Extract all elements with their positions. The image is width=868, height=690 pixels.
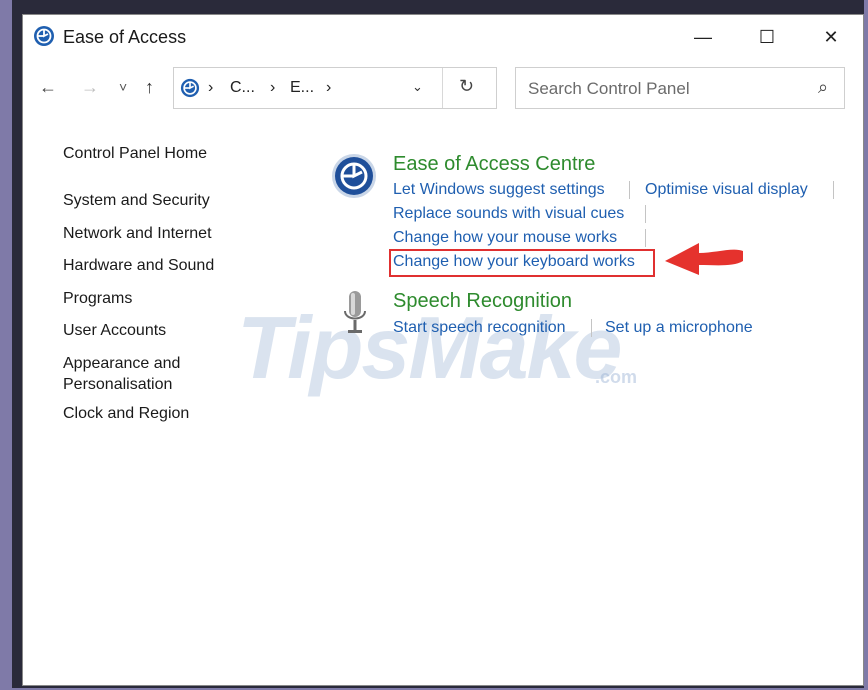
search-icon[interactable]: ⌕: [818, 77, 828, 98]
close-button[interactable]: ✕: [799, 15, 863, 59]
breadcrumb-separator: ›: [208, 79, 214, 96]
sidebar-item-network-and-internet[interactable]: Network and Internet: [63, 223, 212, 244]
sidebar-item-appearance-line2[interactable]: Personalisation: [63, 374, 172, 395]
breadcrumb-control-panel[interactable]: C...: [230, 79, 255, 97]
task-replace-sounds-with-visual-cues[interactable]: Replace sounds with visual cues: [393, 205, 624, 223]
address-bar[interactable]: › C... › E... › ⌄ ↻: [173, 67, 497, 109]
recent-locations-button[interactable]: ˅: [119, 79, 127, 95]
title-bar: Ease of Access — ☐ ✕: [23, 15, 863, 59]
sidebar-item-clock-and-region[interactable]: Clock and Region: [63, 403, 189, 424]
refresh-icon[interactable]: ↻: [459, 76, 474, 97]
ease-of-access-icon: [34, 26, 54, 46]
task-start-speech-recognition[interactable]: Start speech recognition: [393, 319, 566, 337]
category-title-ease-of-access-centre[interactable]: Ease of Access Centre: [393, 153, 595, 176]
up-button[interactable]: ↑: [145, 77, 154, 98]
breadcrumb-ease-of-access[interactable]: E...: [290, 79, 314, 97]
task-change-mouse[interactable]: Change how your mouse works: [393, 229, 617, 247]
link-divider: [645, 205, 646, 223]
breadcrumb-separator: ›: [270, 79, 276, 96]
ease-of-access-icon: [180, 78, 200, 98]
link-divider: [591, 319, 592, 337]
category-title-speech-recognition[interactable]: Speech Recognition: [393, 290, 572, 313]
sidebar-item-appearance-line1[interactable]: Appearance and: [63, 353, 180, 374]
task-let-windows-suggest-settings[interactable]: Let Windows suggest settings: [393, 181, 605, 199]
address-divider: [442, 68, 443, 108]
link-divider: [833, 181, 834, 199]
search-box[interactable]: Search Control Panel ⌕: [515, 67, 845, 109]
highlight-box: [389, 249, 655, 277]
control-panel-window: Ease of Access — ☐ ✕ ← → ˅ ↑ › C... › E.…: [22, 14, 864, 686]
link-divider: [645, 229, 646, 247]
link-divider: [629, 181, 630, 199]
sidebar-item-control-panel-home[interactable]: Control Panel Home: [63, 143, 207, 164]
minimize-button[interactable]: —: [671, 15, 735, 59]
ease-of-access-icon: [332, 154, 376, 198]
microphone-icon: [344, 291, 366, 333]
address-dropdown-icon[interactable]: ⌄: [412, 79, 423, 95]
sidebar-item-user-accounts[interactable]: User Accounts: [63, 320, 166, 341]
maximize-button[interactable]: ☐: [735, 15, 799, 59]
sidebar-item-hardware-and-sound[interactable]: Hardware and Sound: [63, 255, 214, 276]
watermark-suffix: .com: [595, 367, 638, 387]
task-optimise-visual-display[interactable]: Optimise visual display: [645, 181, 808, 199]
sidebar-item-programs[interactable]: Programs: [63, 288, 132, 309]
breadcrumb-separator[interactable]: ›: [326, 79, 331, 97]
back-button[interactable]: ←: [39, 77, 57, 98]
forward-button[interactable]: →: [81, 77, 99, 98]
red-arrow-icon: [665, 243, 743, 275]
task-set-up-microphone[interactable]: Set up a microphone: [605, 319, 753, 337]
sidebar-item-system-and-security[interactable]: System and Security: [63, 190, 210, 211]
window-title: Ease of Access: [63, 27, 187, 47]
search-input[interactable]: Search Control Panel: [528, 79, 690, 99]
